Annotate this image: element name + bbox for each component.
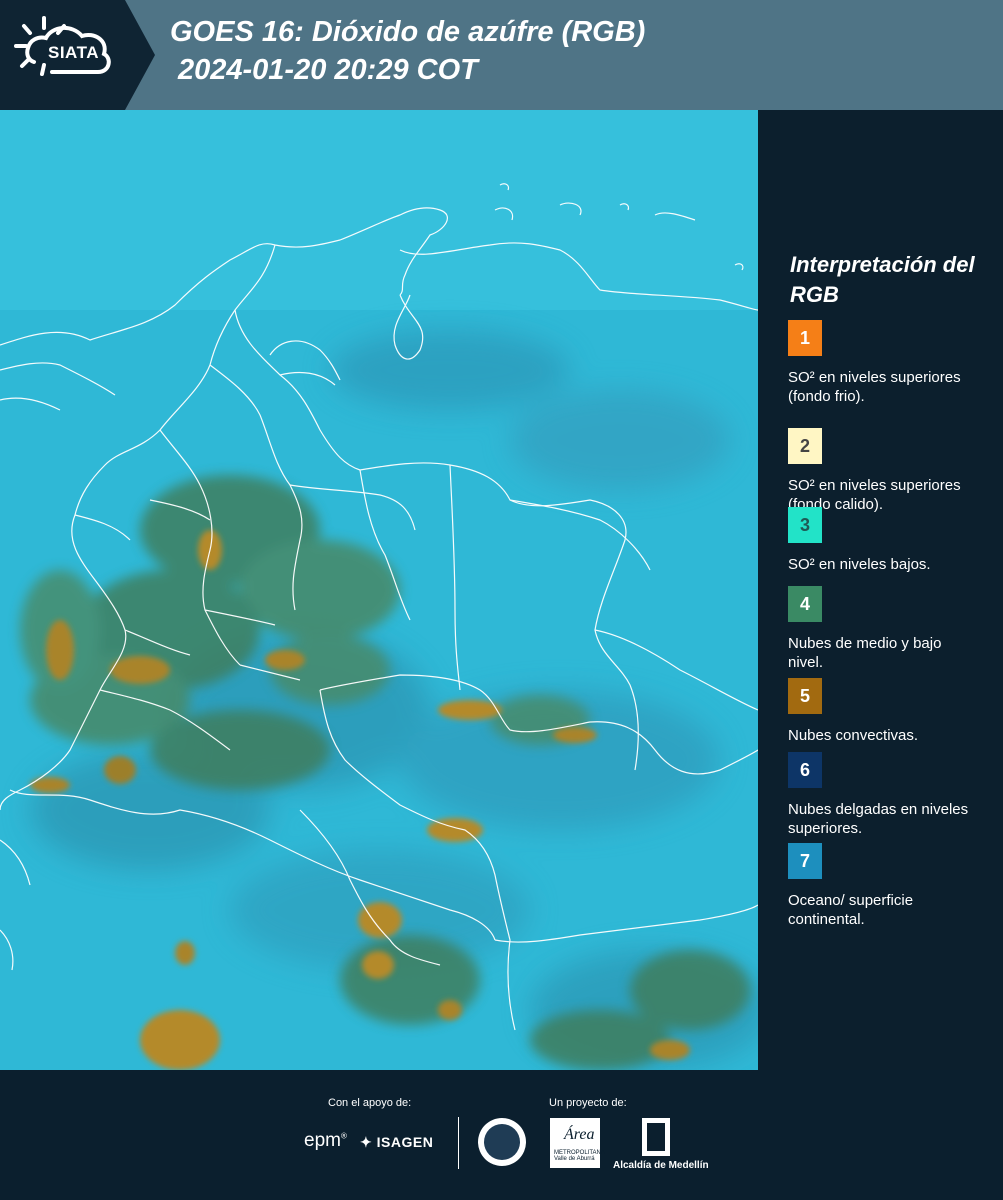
- legend-label-7: Oceano/ superficie continental.: [788, 892, 914, 928]
- legend-swatch-4: 4: [788, 586, 822, 622]
- legend-item-2: 2 SO² en niveles superiores (fondo calido…: [788, 428, 993, 514]
- legend-label-4: Nubes de medio y bajo nivel.: [788, 635, 942, 671]
- legend-label-1: SO² en niveles superiores (fondo frio).: [788, 369, 961, 405]
- siata-logo: SIATA: [0, 0, 155, 110]
- medellin-seal-logo: [478, 1118, 526, 1166]
- area-logo-subtext: METROPOLITANA Valle de Aburrá: [554, 1150, 605, 1162]
- legend-label-3: SO² en niveles bajos.: [788, 556, 931, 573]
- isagen-logo: ✦ ISAGEN: [360, 1134, 434, 1150]
- support-label: Con el apoyo de:: [328, 1097, 412, 1109]
- epm-logo-text: epm: [304, 1130, 341, 1151]
- page-timestamp: 2024-01-20 20:29 COT: [178, 54, 478, 86]
- legend-label-6: Nubes delgadas en niveles superiores.: [788, 801, 969, 837]
- area-metropolitana-logo: Área METROPOLITANA Valle de Aburrá: [550, 1118, 605, 1168]
- header-bar: SIATA GOES 16: Dióxido de azúfre (RGB) 2…: [0, 0, 1003, 110]
- legend-swatch-5: 5: [788, 678, 822, 714]
- legend-item-4: 4 Nubes de medio y bajo nivel.: [788, 586, 993, 672]
- legend-title: Interpretación del RGB: [790, 252, 975, 307]
- alcaldia-label: Alcaldía de Medellín: [613, 1160, 709, 1171]
- legend-panel: Interpretación del RGB 1 SO² en niveles s…: [760, 110, 1003, 1070]
- legend-item-3: 3 SO² en niveles bajos.: [788, 507, 993, 574]
- project-label: Un proyecto de:: [549, 1097, 627, 1109]
- legend-swatch-2: 2: [788, 428, 822, 464]
- siata-logo-text: SIATA: [48, 43, 99, 62]
- legend-swatch-7: 7: [788, 843, 822, 879]
- legend-item-6: 6 Nubes delgadas en niveles superiores.: [788, 752, 993, 838]
- isagen-logo-text: ISAGEN: [376, 1134, 434, 1150]
- legend-swatch-1: 1: [788, 320, 822, 356]
- legend-item-5: 5 Nubes convectivas.: [788, 678, 993, 745]
- legend-swatch-3: 3: [788, 507, 822, 543]
- page-title: GOES 16: Dióxido de azúfre (RGB): [170, 16, 646, 48]
- footer: Con el apoyo de: Un proyecto de: epm® ✦ …: [0, 1070, 1003, 1200]
- legend-item-7: 7 Oceano/ superficie continental.: [788, 843, 993, 929]
- legend-item-1: 1 SO² en niveles superiores (fondo frio).: [788, 320, 993, 406]
- satellite-map: [0, 110, 758, 1070]
- legend-swatch-6: 6: [788, 752, 822, 788]
- footer-divider: [458, 1117, 459, 1169]
- area-logo-text: Área: [564, 1126, 595, 1143]
- alcaldia-emblem-logo: [642, 1118, 670, 1156]
- legend-label-5: Nubes convectivas.: [788, 727, 919, 744]
- epm-logo: epm®: [304, 1130, 347, 1151]
